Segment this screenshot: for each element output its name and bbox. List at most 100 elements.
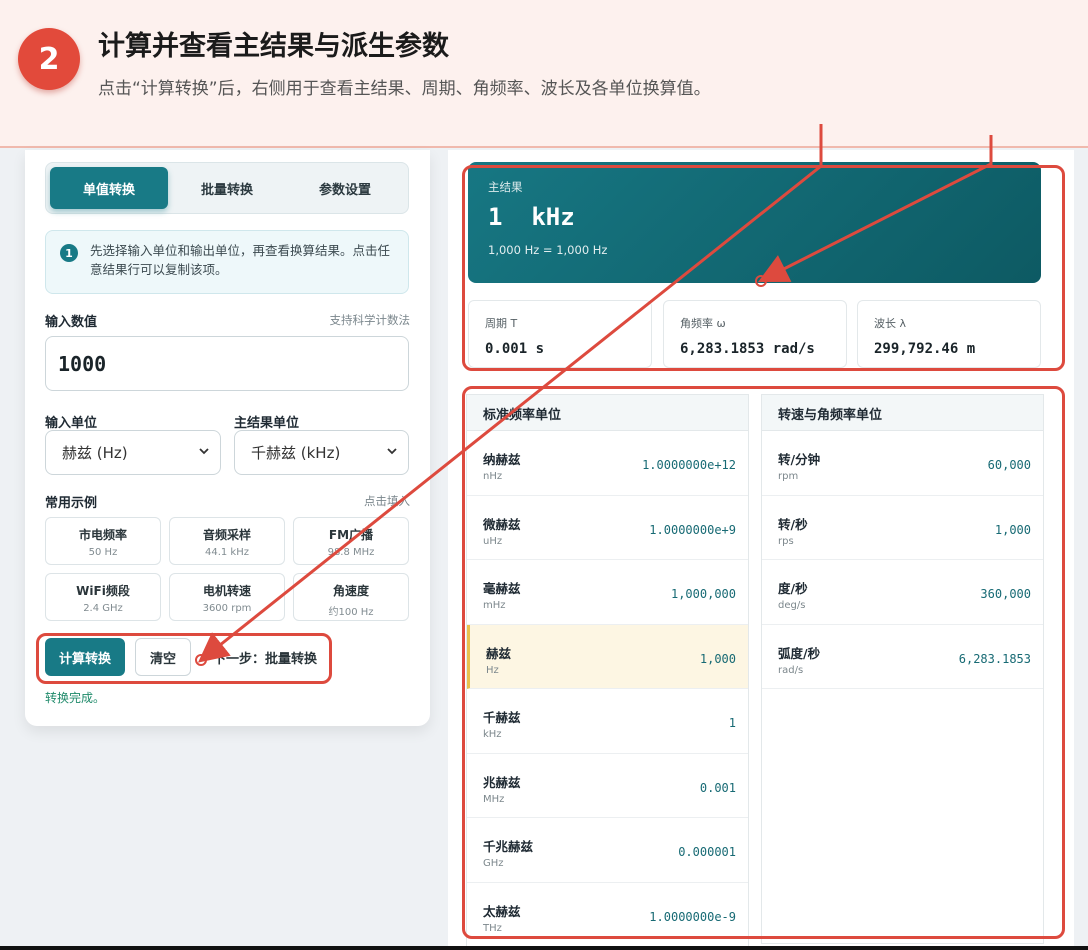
row-value: 60,000 [987,458,1031,472]
app-area: 单值转换 批量转换 参数设置 1 先选择输入单位和输出单位，再查看换算结果。点击… [0,150,1088,948]
results-panel: 主结果 1 kHz 1,000 Hz = 1,000 Hz 周期 T 0.001… [448,150,1074,948]
example-value: 44.1 kHz [204,547,249,558]
row-value: 360,000 [980,587,1031,601]
example-chip[interactable]: WiFi频段 2.4 GHz [45,573,161,621]
example-chip[interactable]: 角速度 约100 Hz [293,573,409,621]
example-value: 98.8 MHz [327,547,375,558]
rotation-units-table: 转速与角频率单位 转/分钟 rpm 60,000 转/秒 rps 1,000 度… [761,394,1044,944]
row-unit-symbol: rps [778,535,794,547]
row-unit-name: 纳赫兹 [483,452,521,467]
row-value: 6,283.1853 [958,651,1031,666]
example-name: 角速度 [332,584,369,598]
clear-button[interactable]: 清空 [135,638,191,676]
row-unit-name: 千赫兹 [483,710,521,725]
row-value: 1.0000000e+9 [649,522,736,537]
status-message: 转换完成。 [45,691,106,705]
example-chip[interactable]: 电机转速 3600 rpm [169,573,285,621]
info-number-icon: 1 [60,244,78,262]
bottom-border [0,946,1088,950]
row-unit-name: 弧度/秒 [778,645,821,661]
row-unit-name: 转/分钟 [778,452,821,467]
table-row[interactable]: 千兆赫兹 GHz 0.000001 [467,818,748,883]
examples-label: 常用示例 [45,496,98,511]
banner-subtitle: 点击“计算转换”后，右侧用于查看主结果、周期、角频率、波长及各单位换算值。 [98,79,711,99]
tab-settings[interactable]: 参数设置 [286,167,404,209]
row-unit-name: 赫兹 [486,645,512,661]
example-value: 3600 rpm [202,603,252,614]
row-value: 1.0000000e-9 [649,909,736,924]
table-row[interactable]: 转/分钟 rpm 60,000 [762,431,1043,496]
table-title: 转速与角频率单位 [762,395,1043,431]
row-unit-symbol: mHz [483,600,506,611]
example-name: 电机转速 [202,584,251,598]
period-card[interactable]: 周期 T 0.001 s [468,300,652,368]
input-unit-select[interactable]: 赫兹 (Hz) [45,430,221,475]
input-unit-value: 赫兹 (Hz) [62,444,128,462]
row-value: 1,000,000 [670,587,736,601]
example-name: 音频采样 [202,528,251,542]
banner-title: 计算并查看主结果与派生参数 [98,31,449,62]
row-unit-symbol: MHz [483,793,505,805]
row-unit-name: 毫赫兹 [483,581,521,596]
row-unit-name: 转/秒 [778,516,808,532]
mode-tabs: 单值转换 批量转换 参数设置 [45,162,409,214]
tab-single-convert[interactable]: 单值转换 [50,167,168,209]
row-unit-name: 千兆赫兹 [483,839,534,854]
main-result-card[interactable]: 主结果 1 kHz 1,000 Hz = 1,000 Hz [468,162,1041,283]
angular-frequency-card[interactable]: 角频率 ω 6,283.1853 rad/s [663,300,847,368]
main-result-value: 1 kHz [488,203,575,231]
row-unit-symbol: Hz [486,664,499,676]
hint-text: 先选择输入单位和输出单位，再查看换算结果。点击任意结果行可以复制该项。 [90,243,391,277]
example-value: 2.4 GHz [83,603,123,614]
row-unit-symbol: rpm [778,471,799,482]
converter-card: 单值转换 批量转换 参数设置 1 先选择输入单位和输出单位，再查看换算结果。点击… [25,150,430,726]
chevron-down-icon [387,448,397,455]
row-value: 1.0000000e+12 [642,458,736,472]
step-number-badge: 2 [18,28,80,90]
example-chip[interactable]: 音频采样 44.1 kHz [169,517,285,565]
wavelength-card[interactable]: 波长 λ 299,792.46 m [857,300,1041,368]
result-unit-label: 主结果单位 [234,416,300,431]
example-name: 市电频率 [78,528,127,542]
row-unit-symbol: deg/s [778,600,806,611]
table-row[interactable]: 度/秒 deg/s 360,000 [762,560,1043,625]
row-unit-symbol: rad/s [778,664,804,676]
example-chip[interactable]: 市电频率 50 Hz [45,517,161,565]
table-row[interactable]: 千赫兹 kHz 1 [467,689,748,754]
tutorial-banner: 2 计算并查看主结果与派生参数 点击“计算转换”后，右侧用于查看主结果、周期、角… [0,0,1088,148]
input-note: 支持科学计数法 [329,313,411,327]
value-input[interactable] [45,336,409,391]
table-row[interactable]: 太赫兹 THz 1.0000000e-9 [467,883,748,948]
table-row-highlighted[interactable]: 赫兹 Hz 1,000 [467,624,748,689]
table-row[interactable]: 纳赫兹 nHz 1.0000000e+12 [467,431,748,496]
table-row[interactable]: 毫赫兹 mHz 1,000,000 [467,560,748,625]
row-value: 1 [728,716,736,730]
row-unit-name: 微赫兹 [483,516,521,532]
table-row[interactable]: 兆赫兹 MHz 0.001 [467,754,748,818]
chevron-down-icon [199,448,209,455]
example-name: FM广播 [328,528,374,542]
table-row[interactable]: 转/秒 rps 1,000 [762,496,1043,560]
tab-batch-convert[interactable]: 批量转换 [168,167,286,209]
input-unit-label: 输入单位 [45,416,98,431]
compute-button[interactable]: 计算转换 [45,638,125,676]
derived-label: 波长 λ [874,317,907,330]
frequency-units-table: 标准频率单位 纳赫兹 nHz 1.0000000e+12 微赫兹 uHz 1.0… [466,394,749,948]
row-value: 1,000 [994,522,1031,537]
example-name: WiFi频段 [76,584,130,598]
row-unit-symbol: THz [483,922,502,934]
example-chip[interactable]: FM广播 98.8 MHz [293,517,409,565]
result-unit-select[interactable]: 千赫兹 (kHz) [234,430,409,475]
table-row[interactable]: 微赫兹 uHz 1.0000000e+9 [467,496,748,560]
example-value: 50 Hz [88,547,118,558]
derived-value: 0.001 s [485,341,545,357]
derived-value: 299,792.46 m [874,341,976,357]
next-step-button[interactable]: 下一步：批量转换 [213,648,317,667]
row-value: 0.000001 [678,845,736,859]
derived-label: 周期 T [485,317,518,330]
table-row[interactable]: 弧度/秒 rad/s 6,283.1853 [762,625,1043,689]
row-unit-symbol: nHz [483,471,503,482]
examples-note: 点击填入 [364,494,410,508]
derived-value: 6,283.1853 rad/s [680,341,815,357]
row-value: 0.001 [699,780,736,795]
